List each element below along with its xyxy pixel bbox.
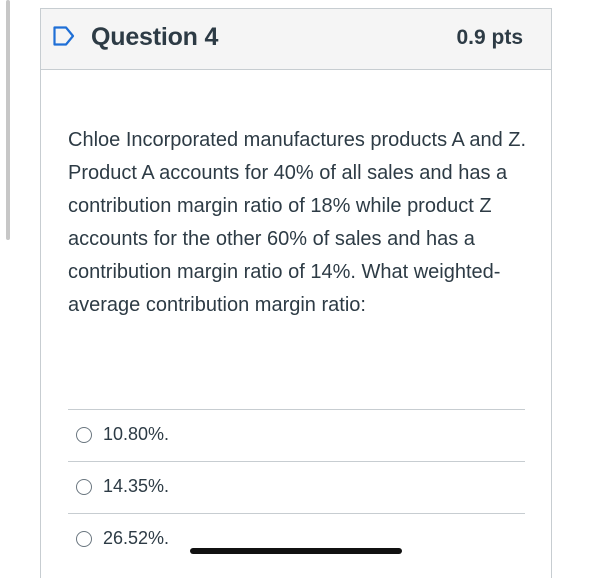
question-card: Question 4 0.9 pts Chloe Incorporated ma… xyxy=(40,8,552,578)
question-header: Question 4 0.9 pts xyxy=(41,9,551,70)
question-text: Chloe Incorporated manufactures products… xyxy=(68,129,527,316)
answer-option[interactable]: 14.35%. xyxy=(68,461,525,513)
question-title: Question 4 xyxy=(91,23,219,51)
home-indicator[interactable] xyxy=(190,548,402,554)
flag-question-icon[interactable] xyxy=(53,26,75,46)
radio-unselected-icon[interactable] xyxy=(76,531,92,547)
question-points: 0.9 pts xyxy=(456,26,523,49)
answer-label[interactable]: 26.52%. xyxy=(103,528,169,549)
answer-label[interactable]: 10.80%. xyxy=(103,424,169,445)
radio-unselected-icon[interactable] xyxy=(76,427,92,443)
answer-label[interactable]: 14.35%. xyxy=(103,476,169,497)
answer-option[interactable]: 10.80%. xyxy=(68,409,525,461)
answer-list: 10.80%. 14.35%. 26.52%. xyxy=(68,409,525,565)
answer-option[interactable]: 26.52%. xyxy=(68,513,525,565)
page-scrollbar[interactable] xyxy=(6,0,10,240)
radio-unselected-icon[interactable] xyxy=(76,479,92,495)
